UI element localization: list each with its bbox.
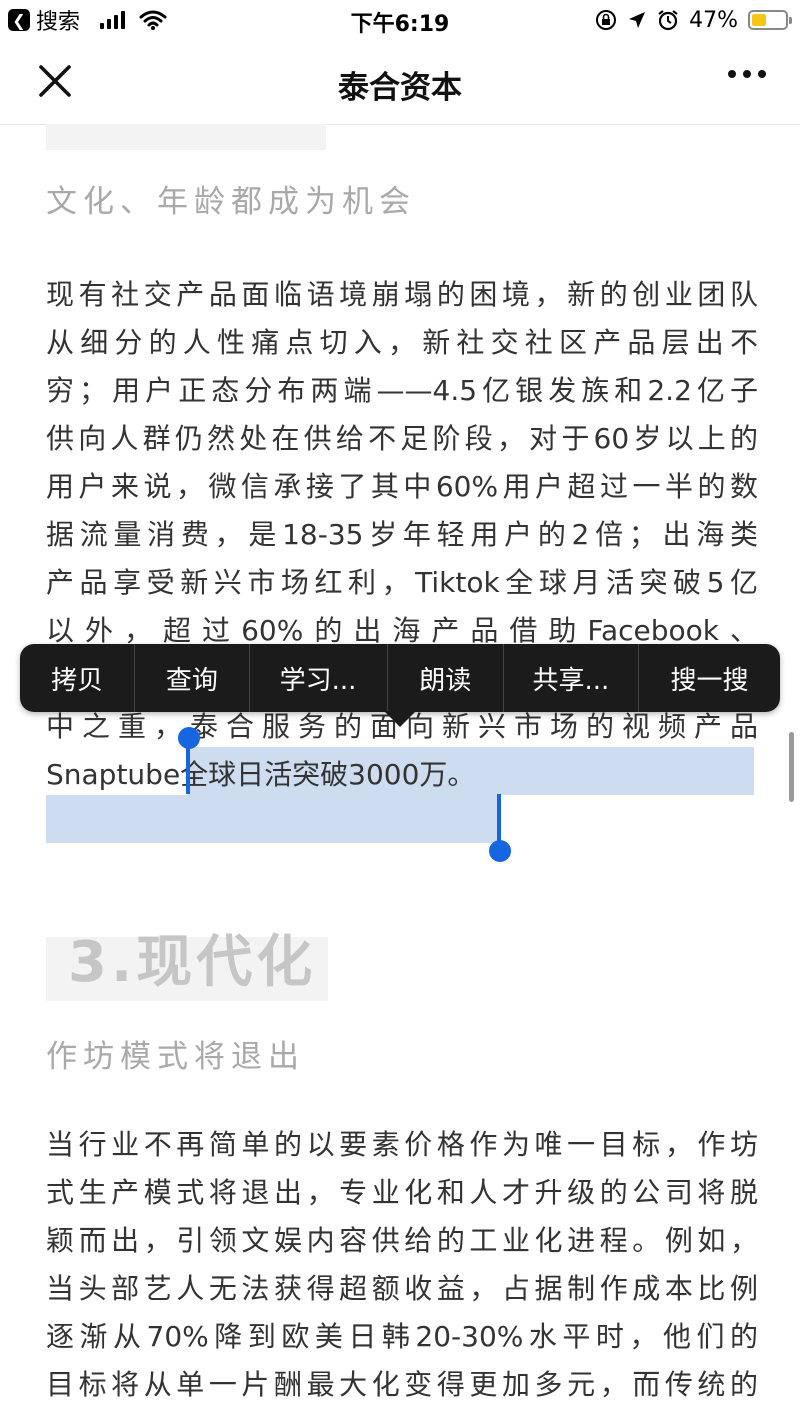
context-menu-arrow: [384, 711, 416, 727]
paragraph-line: 从细分的人性痛点切入，新社交社区产品层出不: [46, 326, 758, 359]
context-menu-learn[interactable]: 学习...: [250, 644, 388, 712]
paragraph-line: 式生产模式将退出，专业化和人才升级的公司将脱: [46, 1176, 758, 1209]
context-menu-search[interactable]: 搜一搜: [639, 644, 780, 712]
rotation-lock-icon: [596, 10, 617, 30]
paragraph-line: 用户来说，微信承接了其中60%用户超过一半的数: [46, 470, 758, 503]
paragraph-line: 当行业不再简单的以要素价格作为唯一目标，作坊: [46, 1128, 758, 1161]
battery-icon: [748, 10, 792, 30]
more-icon[interactable]: [728, 70, 766, 78]
selection-end-handle[interactable]: [489, 840, 511, 862]
selection-end-caret: [497, 794, 501, 844]
context-menu-speak[interactable]: 朗读: [388, 644, 504, 712]
section-number-heading: 3.现代化: [68, 930, 317, 995]
paragraph-line: 逐渐从70%降到欧美日韩20-30%水平时，他们的: [46, 1320, 758, 1353]
nav-bar: 泰合资本: [0, 42, 800, 125]
paragraph-line: Snaptube全球日活突破3000万。: [46, 758, 476, 791]
section-header-bar-top: [46, 124, 326, 150]
article-paragraph: 当行业不再简单的以要素价格作为唯一目标，作坊 式生产模式将退出，专业化和人才升级的…: [46, 1121, 758, 1409]
alarm-icon: [658, 10, 678, 31]
section-subheading: 作坊模式将退出: [46, 1039, 305, 1075]
status-right: 47%: [595, 6, 792, 34]
text-context-menu: 拷贝 查询 学习... 朗读 共享... 搜一搜: [20, 644, 780, 712]
status-bar: ❮ 搜索 下午6:19 47%: [0, 0, 800, 42]
paragraph-line: 现有社交产品面临语境崩塌的困境，新的创业团队: [46, 278, 758, 311]
scrollbar[interactable]: [789, 732, 794, 802]
selection-highlight: [46, 795, 500, 843]
page-title: 泰合资本: [338, 70, 462, 106]
paragraph-line: 供向人群仍然处在供给不足阶段，对于60岁以上的: [46, 422, 758, 455]
paragraph-line: 颖而出，引领文娱内容供给的工业化进程。例如，: [46, 1224, 758, 1257]
context-menu-copy[interactable]: 拷贝: [20, 644, 136, 712]
section-subheading: 文化、年龄都成为机会: [46, 184, 416, 220]
battery-fill: [752, 14, 766, 26]
context-menu-share[interactable]: 共享...: [504, 644, 639, 712]
paragraph-line: 目标将从单一片酬最大化变得更加多元，而传统的: [46, 1368, 758, 1401]
battery-percent: 47%: [689, 7, 738, 33]
paragraph-line: 据流量消费，是18-35岁年轻用户的2倍；出海类: [46, 518, 758, 551]
paragraph-line: 穷；用户正态分布两端——4.5亿银发族和2.2亿子: [46, 374, 758, 407]
context-menu-lookup[interactable]: 查询: [135, 644, 250, 712]
selection-start-caret: [186, 744, 190, 794]
paragraph-line: 当头部艺人无法获得超额收益，占据制作成本比例: [46, 1272, 758, 1305]
location-icon: [629, 12, 646, 28]
paragraph-line: 产品享受新兴市场红利，Tiktok全球月活突破5亿: [46, 566, 758, 599]
